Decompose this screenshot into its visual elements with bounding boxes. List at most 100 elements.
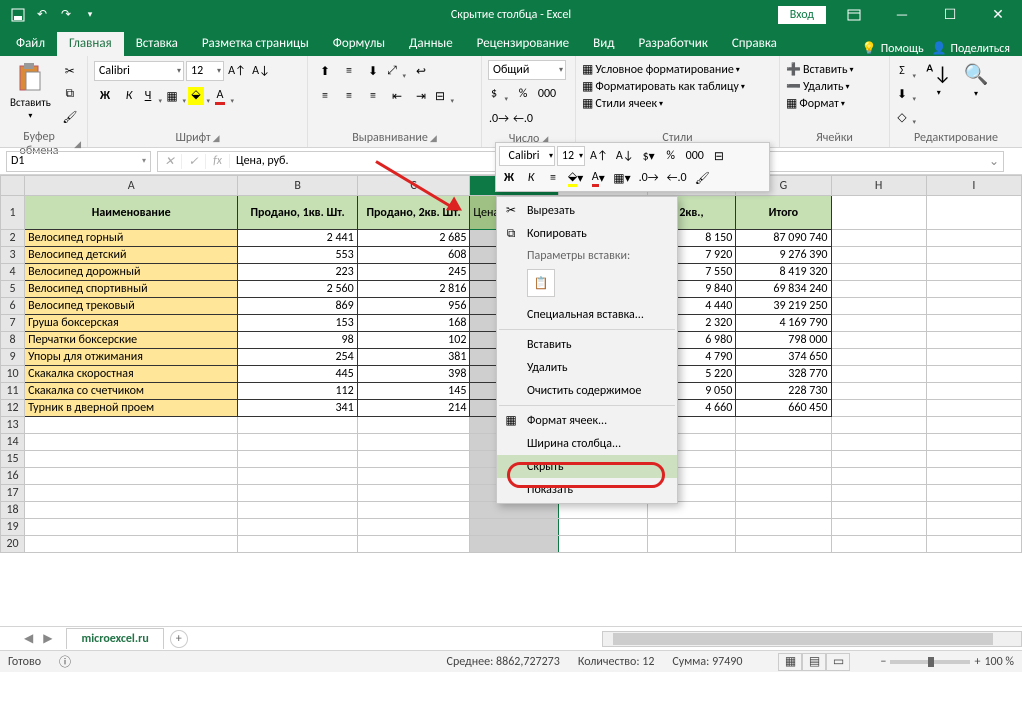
mini-border-icon[interactable]: ▦▾ (610, 168, 633, 188)
insert-cells[interactable]: ➕ Вставить▾ (786, 62, 853, 77)
cell[interactable]: 553 (238, 247, 357, 264)
cell[interactable] (736, 502, 831, 519)
align-left-icon[interactable]: ≡ (314, 85, 336, 107)
cell[interactable]: 39 219 250 (736, 298, 831, 315)
row-header-13[interactable]: 13 (1, 417, 25, 434)
cell[interactable] (238, 519, 357, 536)
row-header-14[interactable]: 14 (1, 434, 25, 451)
cell[interactable]: Велосипед трековый (25, 298, 238, 315)
save-icon[interactable] (8, 5, 28, 25)
mini-merge-icon[interactable]: ⊟ (709, 146, 729, 166)
cell[interactable] (647, 502, 736, 519)
cancel-formula-icon[interactable]: ✕ (158, 154, 182, 169)
col-header-I[interactable]: I (926, 176, 1021, 196)
cell[interactable] (736, 536, 831, 553)
fx-icon[interactable]: fx (206, 154, 230, 168)
font-dialog[interactable]: ◢ (213, 133, 220, 144)
cell[interactable] (357, 536, 470, 553)
cell[interactable]: 145 (357, 383, 470, 400)
undo-icon[interactable]: ↶ (32, 5, 52, 25)
cell[interactable]: 4 169 790 (736, 315, 831, 332)
cell[interactable] (470, 519, 559, 536)
cell[interactable] (926, 502, 1021, 519)
cell[interactable] (926, 298, 1021, 315)
cell[interactable] (831, 400, 926, 417)
view-layout-icon[interactable]: ▤ (802, 653, 826, 671)
cm-copy[interactable]: ⧉Копировать (497, 222, 677, 245)
fill-icon[interactable]: ⬇ (896, 83, 918, 105)
cell[interactable] (647, 519, 736, 536)
row-header-7[interactable]: 7 (1, 315, 25, 332)
mini-dec-dec-icon[interactable]: ←.0 (664, 168, 690, 188)
cell[interactable] (25, 519, 238, 536)
tell-me[interactable]: 💡 Помощь (862, 41, 924, 56)
cell[interactable]: 869 (238, 298, 357, 315)
cell[interactable] (25, 417, 238, 434)
cell[interactable] (926, 332, 1021, 349)
cell[interactable]: Скакалка со счетчиком (25, 383, 238, 400)
comma-icon[interactable]: 000 (536, 83, 558, 105)
row-header-12[interactable]: 12 (1, 400, 25, 417)
maximize-icon[interactable]: ☐ (930, 0, 970, 29)
cell[interactable] (25, 468, 238, 485)
cm-hide[interactable]: Скрыть (497, 455, 677, 478)
cell[interactable]: 381 (357, 349, 470, 366)
horizontal-scrollbar[interactable] (602, 631, 1022, 647)
accept-formula-icon[interactable]: ✓ (182, 154, 206, 169)
cell[interactable] (470, 536, 559, 553)
decrease-decimal-icon[interactable]: ←.0 (512, 108, 534, 130)
align-center-icon[interactable]: ≡ (338, 85, 360, 107)
cell[interactable]: 168 (357, 315, 470, 332)
cell[interactable]: Велосипед спортивный (25, 281, 238, 298)
underline-button[interactable]: Ч (142, 85, 164, 107)
mini-size[interactable]: 12 (557, 146, 585, 166)
cell[interactable] (25, 485, 238, 502)
row-header-15[interactable]: 15 (1, 451, 25, 468)
tab-layout[interactable]: Разметка страницы (190, 32, 321, 56)
align-right-icon[interactable]: ≡ (362, 85, 384, 107)
cell[interactable]: 2 441 (238, 230, 357, 247)
tab-view[interactable]: Вид (581, 32, 626, 56)
cell[interactable] (470, 502, 559, 519)
row-header-5[interactable]: 5 (1, 281, 25, 298)
format-cells[interactable]: ▦ Формат▾ (786, 96, 845, 111)
cell[interactable] (831, 264, 926, 281)
cell[interactable]: Наименование (25, 196, 238, 230)
cell[interactable] (736, 417, 831, 434)
indent-increase-icon[interactable]: ⇥ (410, 85, 432, 107)
col-header-A[interactable]: A (25, 176, 238, 196)
mini-italic[interactable]: К (521, 168, 541, 188)
cell[interactable] (238, 451, 357, 468)
row-header-6[interactable]: 6 (1, 298, 25, 315)
conditional-formatting[interactable]: ▦ Условное форматирование▾ (582, 62, 740, 77)
minimize-icon[interactable]: — (882, 0, 922, 29)
cell[interactable] (831, 196, 926, 230)
cell[interactable]: Упоры для отжимания (25, 349, 238, 366)
increase-decimal-icon[interactable]: .0→ (488, 108, 510, 130)
cell[interactable]: Итого (736, 196, 831, 230)
mini-increase-font-icon[interactable]: A↑ (587, 146, 611, 166)
cell[interactable]: Продано, 1кв. Шт. (238, 196, 357, 230)
row-header-8[interactable]: 8 (1, 332, 25, 349)
align-middle-icon[interactable]: ≡ (338, 60, 360, 82)
ribbon-opts-icon[interactable] (834, 0, 874, 29)
zoom-in-icon[interactable]: + (974, 655, 980, 669)
bold-button[interactable]: Ж (94, 85, 116, 107)
cell[interactable] (238, 485, 357, 502)
cell[interactable] (831, 536, 926, 553)
cell[interactable] (831, 298, 926, 315)
tab-file[interactable]: Файл (4, 32, 57, 56)
cell[interactable]: Велосипед горный (25, 230, 238, 247)
cell[interactable]: 112 (238, 383, 357, 400)
cell[interactable]: 956 (357, 298, 470, 315)
cell[interactable] (357, 502, 470, 519)
sort-filter[interactable]: ᴬ↓▾ (922, 60, 956, 100)
cell[interactable] (926, 196, 1021, 230)
cell[interactable] (831, 502, 926, 519)
cell[interactable]: 153 (238, 315, 357, 332)
wrap-text-icon[interactable]: ↩ (410, 60, 432, 82)
view-break-icon[interactable]: ▭ (826, 653, 850, 671)
cell[interactable]: 8 419 320 (736, 264, 831, 281)
mini-fill-icon[interactable]: ⬙▾ (565, 168, 586, 188)
cell[interactable] (238, 468, 357, 485)
